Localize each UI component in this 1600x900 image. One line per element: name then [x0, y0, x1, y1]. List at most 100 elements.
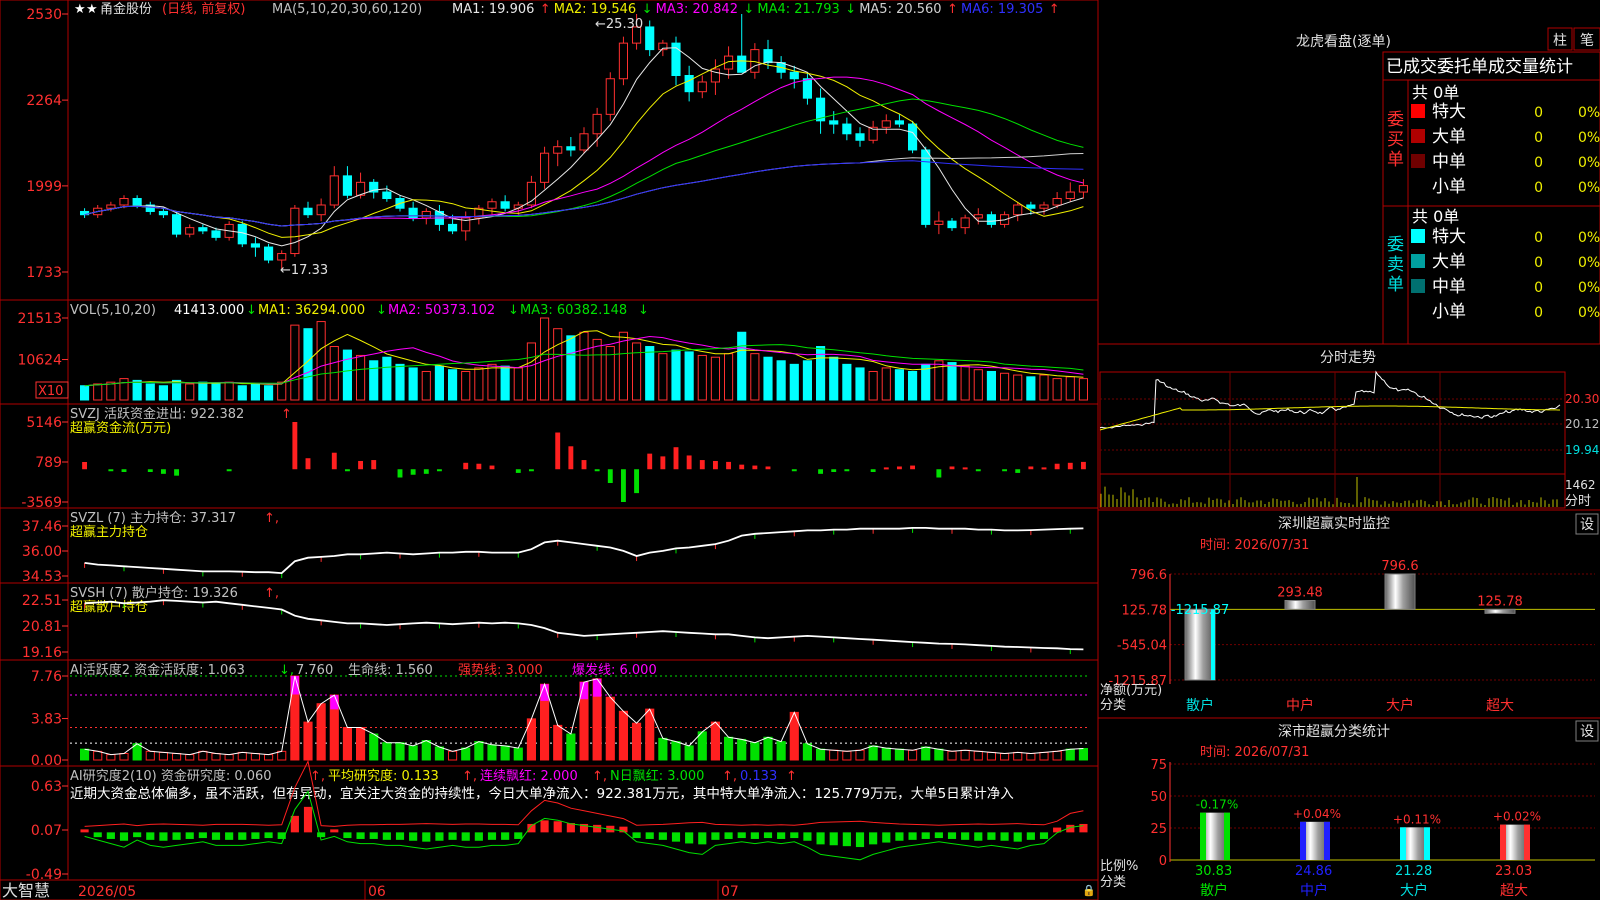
ma-line-5	[84, 153, 1084, 227]
axis-tick-label: 36.00	[22, 544, 62, 560]
ss-value: 23.03	[1495, 864, 1532, 879]
research-bar	[159, 832, 168, 841]
arrow-up-icon: ↑	[540, 2, 551, 17]
arrow-up-icon: ↑,	[264, 511, 279, 526]
sz-monitor-title: 深圳超赢实时监控	[1278, 515, 1390, 532]
activity-bar	[145, 750, 155, 761]
sz-bar-value: -1215.87	[1171, 603, 1229, 618]
vol-value: 41413.000	[174, 303, 244, 318]
candle-body	[408, 207, 418, 219]
candle-body	[763, 49, 773, 64]
volume-bar	[1013, 374, 1023, 401]
flow-bar	[436, 469, 442, 472]
flow-bar	[581, 460, 587, 470]
order-percent: 0%	[1578, 155, 1600, 171]
candle-body	[171, 214, 182, 235]
flow-bar	[1002, 469, 1008, 472]
research-bar	[93, 832, 102, 838]
candle-body	[842, 123, 852, 135]
activity-bar	[671, 741, 681, 761]
activity-bar	[447, 750, 458, 761]
volume-bar	[539, 317, 550, 401]
activity-bar	[960, 749, 970, 761]
flow-bar	[818, 469, 824, 474]
flow-bar	[699, 460, 705, 470]
sz-bar-edge	[1211, 609, 1215, 680]
order-percent: 0%	[1578, 180, 1600, 196]
flow-bar	[975, 469, 981, 472]
activity-bar	[553, 724, 563, 761]
research-bar	[487, 832, 497, 840]
research-bar	[448, 832, 457, 840]
flow-bar	[1054, 463, 1060, 470]
axis-tick-label: 1999	[26, 179, 62, 195]
intraday-chart[interactable]	[1099, 370, 1565, 508]
candle-body	[263, 246, 274, 261]
volume-bar	[579, 331, 589, 401]
sz-bar-value: 125.78	[1477, 594, 1523, 609]
flow-bar	[620, 469, 626, 502]
volume-bar	[986, 370, 997, 401]
volume-bar	[1039, 374, 1049, 401]
volume-bar	[553, 328, 563, 401]
activity-bar	[631, 722, 642, 761]
research-bar	[474, 832, 483, 841]
lock-icon[interactable]: 🔒	[1082, 884, 1096, 897]
candle-body	[645, 26, 655, 51]
ma-line-6	[84, 160, 1084, 227]
volume-bar	[237, 385, 247, 401]
research-bar	[330, 829, 339, 833]
kline-area[interactable]: ★ ★ 甬金股份 (日线, 前复权) MA(5,10,20,30,60,120)…	[0, 0, 1099, 900]
research-bar	[540, 820, 549, 833]
flow-bar	[121, 469, 127, 472]
order-swatch	[1411, 254, 1425, 268]
ss-axis-label: 75	[1150, 758, 1167, 773]
volume-bar	[829, 356, 839, 401]
arrow-up-icon: ↑,	[264, 586, 279, 601]
research-bar	[908, 832, 917, 840]
chart-mode: (日线, 前复权)	[162, 1, 245, 17]
volume-bar	[250, 383, 261, 401]
volume-bar	[421, 370, 431, 401]
ss-change: +0.02%	[1493, 810, 1541, 824]
fenshi-axis-low: 19.94	[1565, 443, 1599, 457]
order-count: 0	[1534, 230, 1543, 246]
activity-bar	[500, 745, 510, 761]
stock-terminal: ★ ★ 甬金股份 (日线, 前复权) MA(5,10,20,30,60,120)…	[0, 0, 1600, 900]
order-type: 小单	[1432, 302, 1466, 322]
sz-bar	[1184, 608, 1216, 681]
research-bar	[750, 832, 759, 839]
flow-bar	[686, 455, 692, 470]
volume-bar	[224, 381, 234, 401]
activity-bar	[658, 737, 668, 761]
activity-bar	[185, 754, 195, 761]
order-count: 0	[1534, 130, 1543, 146]
activity-bar	[750, 742, 760, 761]
sz-category: 中户	[1286, 697, 1314, 714]
ma-value-1: MA1: 19.906	[452, 2, 534, 17]
activity-bar	[316, 703, 326, 761]
sz-bar-value: 293.48	[1277, 586, 1323, 601]
research-bar	[303, 806, 313, 833]
ss-category: 散户	[1200, 882, 1228, 899]
activity-bar	[211, 753, 221, 761]
research-bar	[1026, 832, 1035, 840]
research-bar	[974, 832, 983, 841]
volume-bar	[894, 369, 905, 401]
volume-bar	[185, 383, 195, 401]
volume-bar	[171, 379, 182, 401]
research-bar	[1079, 823, 1088, 833]
axis-tick-label: -3569	[21, 495, 62, 511]
arrow-up-icon: ↑	[947, 2, 958, 17]
flow-bar	[160, 469, 166, 474]
candle-body	[802, 78, 813, 99]
flow-bar	[410, 469, 416, 475]
research-bar	[146, 832, 155, 840]
volume-bar	[1052, 378, 1062, 401]
candle-body	[566, 146, 576, 151]
order-percent: 0%	[1578, 280, 1600, 296]
candle-body	[539, 152, 550, 183]
axis-tick-label: 789	[35, 455, 62, 471]
candle-body	[986, 214, 997, 225]
candle-body	[855, 133, 865, 141]
